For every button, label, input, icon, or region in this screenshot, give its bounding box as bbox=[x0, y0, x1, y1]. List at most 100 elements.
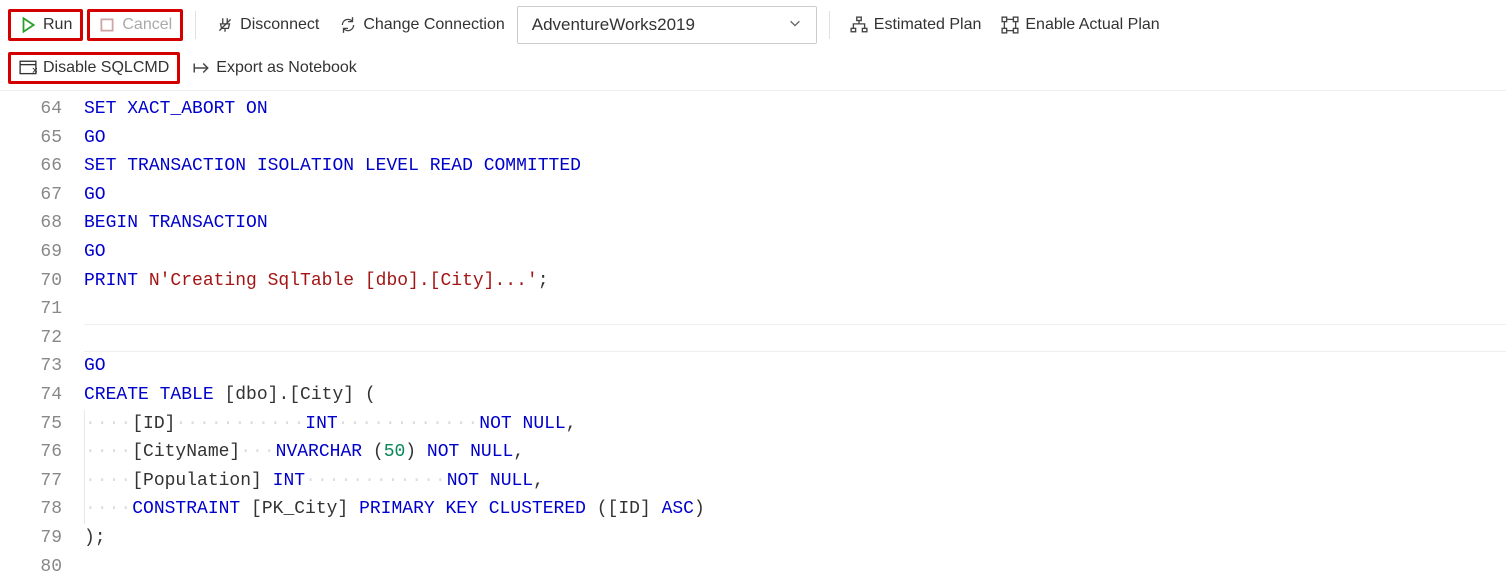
code-line[interactable] bbox=[84, 324, 1506, 353]
code-token: , bbox=[513, 438, 524, 467]
cancel-label: Cancel bbox=[122, 16, 172, 34]
disable-sqlcmd-label: Disable SQLCMD bbox=[43, 59, 169, 77]
whitespace-marker: ···· bbox=[85, 410, 132, 439]
code-token: N'Creating SqlTable [dbo].[City]...' bbox=[149, 267, 538, 296]
code-line[interactable] bbox=[84, 553, 1506, 582]
code-token: NOT bbox=[447, 467, 490, 496]
code-token: INT bbox=[305, 410, 337, 439]
code-token: ([ID] bbox=[586, 495, 662, 524]
query-toolbar: Run Cancel Disconnect Change Connection … bbox=[0, 0, 1506, 91]
cancel-button: Cancel bbox=[87, 9, 183, 41]
code-token: ( bbox=[362, 438, 384, 467]
code-token: ) bbox=[694, 495, 705, 524]
code-line[interactable]: BEGIN TRANSACTION bbox=[84, 209, 1506, 238]
line-number: 67 bbox=[0, 181, 62, 210]
code-line[interactable]: ); bbox=[84, 524, 1506, 553]
disconnect-button[interactable]: Disconnect bbox=[208, 9, 327, 41]
estimated-plan-button[interactable]: Estimated Plan bbox=[842, 9, 990, 41]
code-token: [ID]··········· bbox=[132, 410, 305, 439]
code-token: ············ bbox=[338, 410, 480, 439]
whitespace-marker: ···· bbox=[85, 495, 132, 524]
stop-icon bbox=[98, 16, 116, 34]
code-token: CREATE bbox=[84, 381, 160, 410]
plug-disconnect-icon bbox=[216, 16, 234, 34]
estimated-plan-label: Estimated Plan bbox=[874, 16, 982, 34]
code-token: NOT bbox=[479, 410, 522, 439]
code-token: XACT_ABORT bbox=[127, 95, 246, 124]
code-token: , bbox=[533, 467, 544, 496]
refresh-icon bbox=[339, 16, 357, 34]
line-number: 80 bbox=[0, 553, 62, 582]
code-line[interactable]: PRINT N'Creating SqlTable [dbo].[City]..… bbox=[84, 267, 1506, 296]
run-button[interactable]: Run bbox=[8, 9, 83, 41]
disable-sqlcmd-button[interactable]: ✕ Disable SQLCMD bbox=[8, 52, 180, 84]
code-token: ; bbox=[538, 267, 549, 296]
code-token: GO bbox=[84, 181, 106, 210]
code-line[interactable] bbox=[84, 295, 1506, 324]
code-token: , bbox=[566, 410, 577, 439]
code-line[interactable]: GO bbox=[84, 181, 1506, 210]
current-line-highlight bbox=[84, 324, 1506, 353]
sqlcmd-disable-icon: ✕ bbox=[19, 59, 37, 77]
code-line[interactable]: GO bbox=[84, 124, 1506, 153]
code-token: NULL bbox=[523, 410, 566, 439]
plan-nodes-icon bbox=[1001, 16, 1019, 34]
code-token: NVARCHAR bbox=[276, 438, 362, 467]
export-arrow-icon bbox=[192, 59, 210, 77]
code-token: GO bbox=[84, 124, 106, 153]
code-token: NOT bbox=[427, 438, 470, 467]
play-icon bbox=[19, 16, 37, 34]
code-token: [dbo].[City] ( bbox=[214, 381, 376, 410]
code-token: KEY bbox=[446, 495, 489, 524]
line-number: 76 bbox=[0, 438, 62, 467]
code-line[interactable]: SET XACT_ABORT ON bbox=[84, 95, 1506, 124]
sql-editor[interactable]: 6465666768697071727374757677787980 SET X… bbox=[0, 91, 1506, 581]
code-token: TRANSACTION bbox=[149, 209, 268, 238]
database-selector[interactable]: AdventureWorks2019 bbox=[517, 6, 817, 44]
line-number: 68 bbox=[0, 209, 62, 238]
line-number: 74 bbox=[0, 381, 62, 410]
actual-plan-button[interactable]: Enable Actual Plan bbox=[993, 9, 1167, 41]
code-token: TABLE bbox=[160, 381, 214, 410]
code-token: CLUSTERED bbox=[489, 495, 586, 524]
whitespace-marker: ···· bbox=[85, 438, 132, 467]
line-number: 79 bbox=[0, 524, 62, 553]
separator bbox=[195, 11, 196, 39]
line-number: 64 bbox=[0, 95, 62, 124]
code-token: GO bbox=[84, 238, 106, 267]
line-number: 72 bbox=[0, 324, 62, 353]
whitespace-marker: ···· bbox=[85, 467, 132, 496]
code-token: [CityName]··· bbox=[132, 438, 275, 467]
code-token: PRIMARY bbox=[359, 495, 445, 524]
separator bbox=[829, 11, 830, 39]
code-line[interactable]: CREATE TABLE [dbo].[City] ( bbox=[84, 381, 1506, 410]
code-line[interactable]: SET TRANSACTION ISOLATION LEVEL READ COM… bbox=[84, 152, 1506, 181]
code-line[interactable]: GO bbox=[84, 238, 1506, 267]
code-token: CONSTRAINT bbox=[132, 495, 240, 524]
run-label: Run bbox=[43, 16, 72, 34]
line-number: 75 bbox=[0, 410, 62, 439]
line-number: 78 bbox=[0, 495, 62, 524]
export-notebook-button[interactable]: Export as Notebook bbox=[184, 52, 365, 84]
disconnect-label: Disconnect bbox=[240, 16, 319, 34]
code-area[interactable]: SET XACT_ABORT ONGOSET TRANSACTION ISOLA… bbox=[84, 95, 1506, 581]
code-token: TRANSACTION bbox=[127, 152, 257, 181]
code-line[interactable]: ····[CityName]···NVARCHAR (50) NOT NULL, bbox=[84, 438, 1506, 467]
code-line[interactable]: ····[Population] INT············NOT NULL… bbox=[84, 467, 1506, 496]
code-line[interactable]: ····CONSTRAINT [PK_City] PRIMARY KEY CLU… bbox=[84, 495, 1506, 524]
line-number: 71 bbox=[0, 295, 62, 324]
line-number: 73 bbox=[0, 352, 62, 381]
code-token: SET bbox=[84, 152, 127, 181]
plan-tree-icon bbox=[850, 16, 868, 34]
code-line[interactable]: GO bbox=[84, 352, 1506, 381]
code-token: NULL bbox=[490, 467, 533, 496]
code-token: ON bbox=[246, 95, 268, 124]
code-token: [PK_City] bbox=[240, 495, 359, 524]
chevron-down-icon bbox=[788, 15, 802, 35]
database-selector-value: AdventureWorks2019 bbox=[532, 15, 695, 35]
code-token: ISOLATION bbox=[257, 152, 365, 181]
code-line[interactable]: ····[ID]···········INT············NOT NU… bbox=[84, 410, 1506, 439]
code-token: 50 bbox=[384, 438, 406, 467]
line-number: 77 bbox=[0, 467, 62, 496]
change-connection-button[interactable]: Change Connection bbox=[331, 9, 512, 41]
